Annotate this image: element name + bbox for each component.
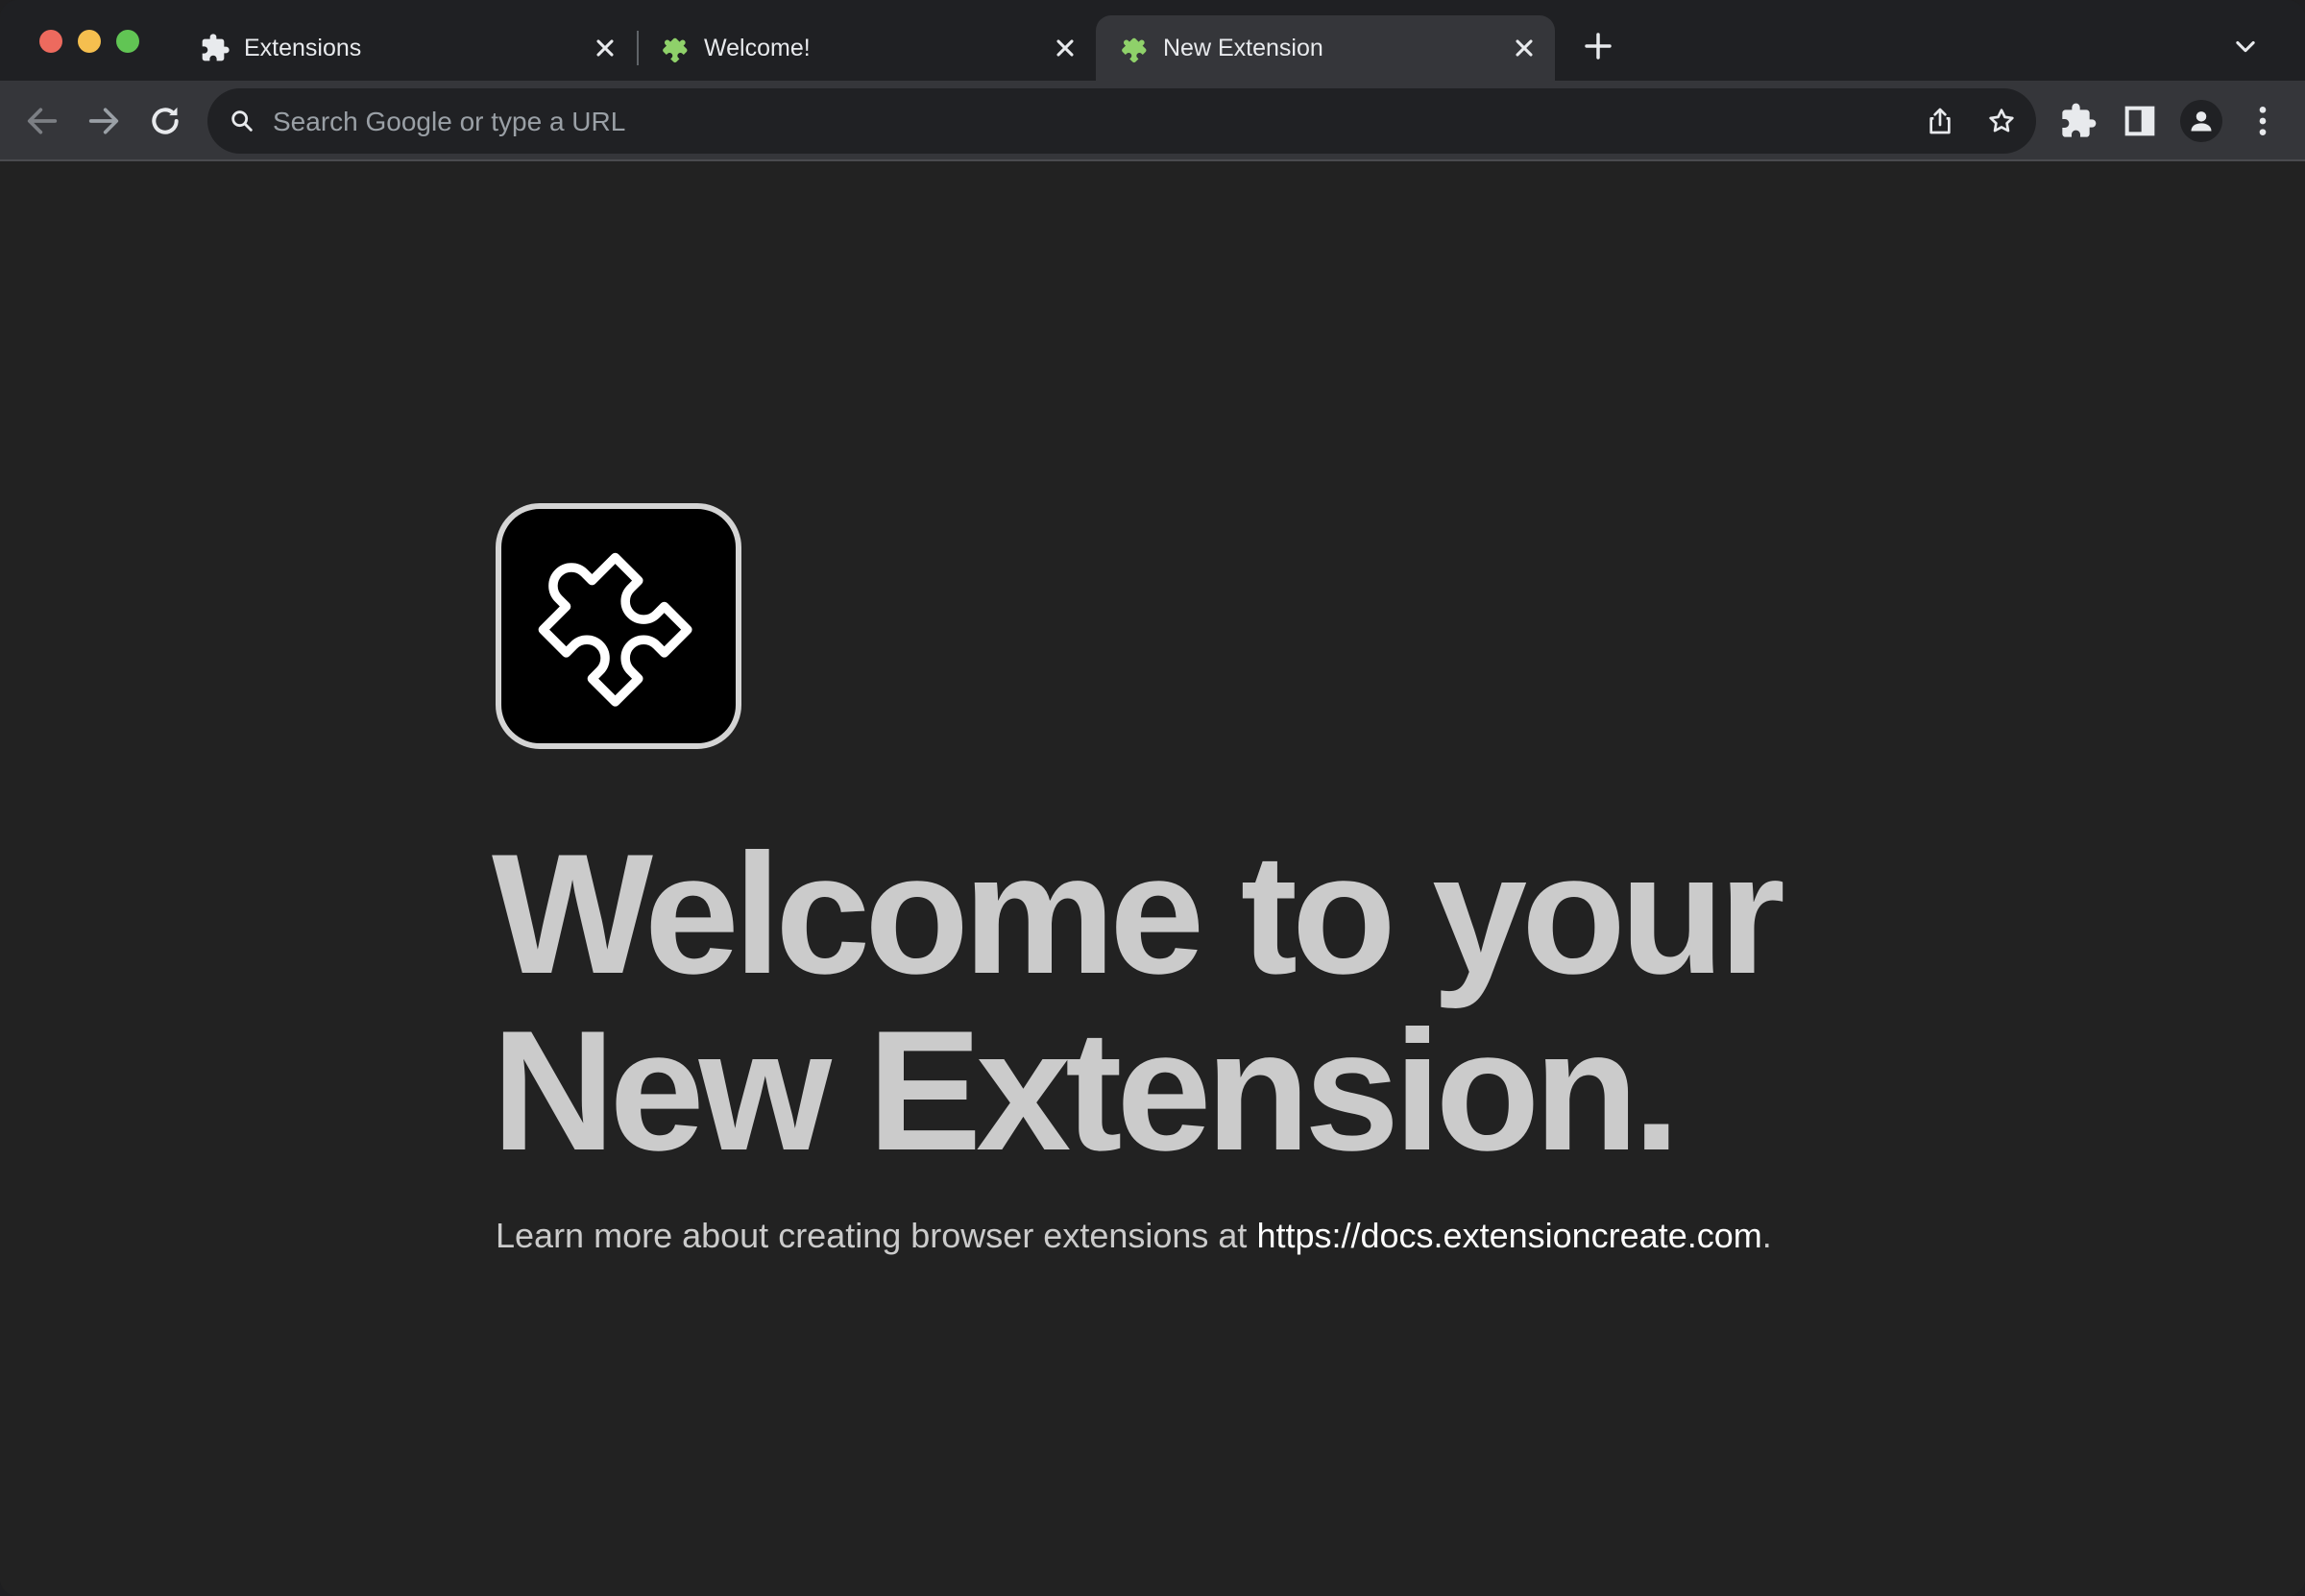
window-maximize-button[interactable] (116, 30, 139, 53)
headline-line-1: Welcome to your (492, 818, 1785, 1009)
puzzle-icon (202, 34, 230, 61)
tab-strip: Extensions Welcome! New Extension (0, 0, 2305, 81)
tab-title: Extensions (244, 35, 362, 61)
avatar[interactable] (2180, 100, 2222, 142)
learn-more-suffix: . (1761, 1216, 1772, 1255)
share-icon[interactable] (1925, 106, 1955, 136)
side-panel-icon[interactable] (2121, 102, 2159, 140)
close-icon[interactable] (1052, 35, 1079, 61)
bookmark-star-icon[interactable] (1986, 106, 2017, 136)
learn-more-prefix: Learn more about creating browser extens… (496, 1216, 1257, 1255)
window-close-button[interactable] (39, 30, 62, 53)
tab-title: Welcome! (704, 35, 811, 61)
page-title: Welcome to your New Extension. (492, 826, 1785, 1179)
tab-search-chevron-icon[interactable] (2232, 33, 2259, 60)
more-menu-icon[interactable] (2244, 102, 2282, 140)
puzzle-color-icon (1122, 37, 1147, 63)
omnibox[interactable] (207, 88, 2036, 154)
puzzle-color-icon (663, 37, 688, 63)
tab-welcome[interactable]: Welcome! (637, 15, 1096, 81)
browser-window: Extensions Welcome! New Extension Search… (0, 0, 2305, 1596)
learn-more-text: Learn more about creating browser extens… (496, 1216, 1772, 1256)
docs-link[interactable]: https://docs.extensioncreate.com (1256, 1216, 1761, 1255)
close-icon[interactable] (592, 35, 619, 61)
puzzle-outline-icon (538, 552, 692, 707)
tab-new-extension[interactable]: New Extension (1096, 15, 1555, 81)
window-minimize-button[interactable] (78, 30, 101, 53)
reload-icon[interactable] (146, 102, 184, 140)
headline-line-2: New Extension. (492, 995, 1681, 1186)
back-icon[interactable] (23, 102, 61, 140)
search-icon (231, 110, 253, 132)
profile-icon (2191, 111, 2212, 132)
omnibox-input[interactable] (271, 98, 1907, 146)
toolbar (0, 81, 2305, 161)
new-tab-button[interactable] (1583, 31, 1614, 61)
forward-icon[interactable] (85, 102, 123, 140)
extensions-puzzle-icon[interactable] (2059, 102, 2098, 140)
tab-title: New Extension (1163, 35, 1323, 61)
tab-extensions[interactable]: Extensions (177, 15, 636, 81)
close-icon[interactable] (1511, 35, 1538, 61)
page-content: Welcome to your New Extension. Learn mor… (0, 161, 2305, 1596)
extension-logo (496, 503, 741, 749)
